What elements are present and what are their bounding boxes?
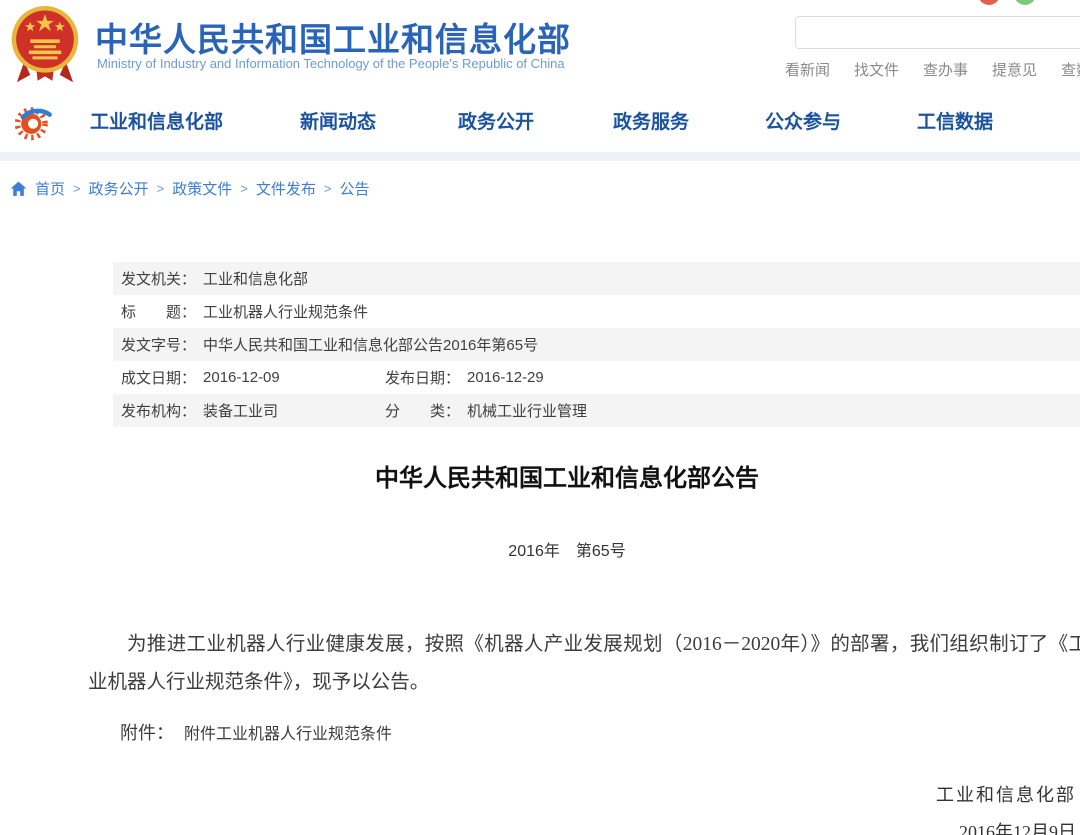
quick-link-services[interactable]: 查办事 — [923, 59, 968, 80]
meta-value: 机械工业行业管理 — [467, 400, 587, 421]
search-input[interactable] — [795, 16, 1080, 49]
breadcrumb-separator: > — [240, 181, 248, 196]
breadcrumb-separator: > — [157, 181, 165, 196]
breadcrumb-separator: > — [324, 181, 332, 196]
signature-org: 工业和信息化部 — [936, 781, 1076, 807]
home-icon[interactable] — [10, 181, 27, 197]
meta-label: 发布机构： — [121, 400, 196, 421]
nav-item-data[interactable]: 工信数据 — [917, 107, 993, 134]
meta-row-doc-number: 发文字号： 中华人民共和国工业和信息化部公告2016年第65号 — [113, 328, 1080, 361]
nav-item-gov-open[interactable]: 政务公开 — [458, 107, 534, 134]
quick-link-feedback[interactable]: 提意见 — [992, 59, 1037, 80]
national-emblem-icon — [8, 3, 82, 94]
meta-value: 装备工业司 — [203, 400, 278, 421]
breadcrumb-separator: > — [73, 181, 81, 196]
meta-label: 标 题： — [121, 301, 196, 322]
breadcrumb-announcement[interactable]: 公告 — [339, 178, 369, 199]
attachment-label: 附件： — [120, 723, 174, 743]
meta-value: 工业机器人行业规范条件 — [203, 301, 368, 322]
meta-row-dates: 成文日期： 2016-12-09 发布日期： 2016-12-29 — [113, 361, 1080, 394]
meta-row-issuing-authority: 发文机关： 工业和信息化部 — [113, 262, 1080, 295]
quick-link-news[interactable]: 看新闻 — [785, 59, 830, 80]
miit-announcement-page: 中华人民共和国工业和信息化部 Ministry of Industry and … — [0, 0, 1080, 835]
breadcrumb-gov-open[interactable]: 政务公开 — [89, 178, 149, 199]
miit-logo-icon — [12, 99, 56, 148]
main-nav: 工业和信息化部 新闻动态 政务公开 政务服务 公众参与 工信数据 — [0, 90, 1080, 152]
nav-item-miit[interactable]: 工业和信息化部 — [90, 107, 223, 134]
article-title: 中华人民共和国工业和信息化部公告 — [54, 458, 1080, 493]
article-paragraph: 为推进工业机器人行业健康发展，按照《机器人产业发展规划（2016－2020年）》… — [88, 626, 1080, 702]
meta-value: 工业和信息化部 — [203, 268, 308, 289]
doc-meta-table: 发文机关： 工业和信息化部 标 题： 工业机器人行业规范条件 发文字号： 中华人… — [113, 262, 1080, 427]
attachment-line: 附件： 附件工业机器人行业规范条件 — [88, 719, 392, 745]
meta-label: 发布日期： — [385, 367, 460, 388]
meta-value: 2016-12-29 — [467, 369, 544, 386]
red-dot-icon[interactable] — [978, 0, 1000, 5]
breadcrumb: 首页 > 政务公开 > 政策文件 > 文件发布 > 公告 — [10, 178, 369, 199]
breadcrumb-doc-release[interactable]: 文件发布 — [256, 178, 316, 199]
breadcrumb-policy-docs[interactable]: 政策文件 — [172, 178, 232, 199]
nav-item-services[interactable]: 政务服务 — [613, 107, 689, 134]
green-dot-icon[interactable] — [1014, 0, 1036, 5]
quick-links: 看新闻 找文件 查办事 提意见 查数据 — [785, 59, 1080, 80]
article-issue-number: 2016年 第65号 — [54, 537, 1080, 561]
meta-label: 分 类： — [385, 400, 460, 421]
nav-divider-strip — [0, 152, 1080, 161]
meta-row-publisher-category: 发布机构： 装备工业司 分 类： 机械工业行业管理 — [113, 394, 1080, 427]
meta-label: 成文日期： — [121, 367, 196, 388]
meta-value: 2016-12-09 — [203, 369, 280, 386]
nav-item-news[interactable]: 新闻动态 — [300, 107, 376, 134]
meta-label: 发文机关： — [121, 268, 196, 289]
meta-row-title: 标 题： 工业机器人行业规范条件 — [113, 295, 1080, 328]
site-subtitle-en: Ministry of Industry and Information Tec… — [97, 56, 565, 71]
signature-date: 2016年12月9日 — [936, 818, 1076, 835]
breadcrumb-home[interactable]: 首页 — [35, 178, 65, 199]
meta-value: 中华人民共和国工业和信息化部公告2016年第65号 — [203, 334, 538, 355]
meta-label: 发文字号： — [121, 334, 196, 355]
nav-item-public[interactable]: 公众参与 — [765, 107, 841, 134]
signature-block: 工业和信息化部 2016年12月9日 — [936, 781, 1076, 835]
site-title: 中华人民共和国工业和信息化部 — [95, 13, 571, 61]
site-header: 中华人民共和国工业和信息化部 Ministry of Industry and … — [0, 0, 1080, 90]
quick-link-documents[interactable]: 找文件 — [854, 59, 899, 80]
quick-link-data[interactable]: 查数据 — [1061, 59, 1080, 80]
attachment-link[interactable]: 附件工业机器人行业规范条件 — [184, 726, 392, 743]
